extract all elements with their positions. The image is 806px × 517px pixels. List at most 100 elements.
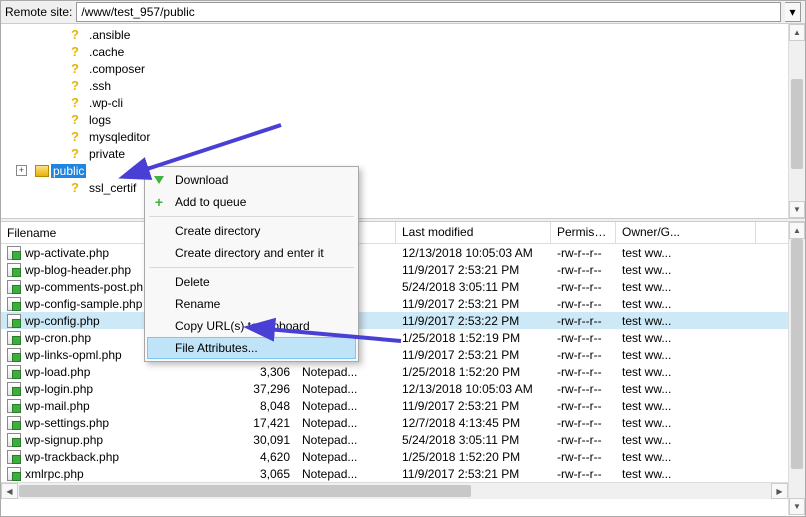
cell-permissions: -rw-r--r-- (551, 467, 616, 481)
cell-owner: test ww... (616, 314, 756, 328)
menu-download[interactable]: Download (147, 169, 356, 191)
menu-add-to-queue[interactable]: Add to queue (147, 191, 356, 213)
tree-item[interactable]: ?.composer (1, 60, 788, 77)
folder-unknown-icon: ? (71, 78, 85, 93)
menu-rename[interactable]: Rename (147, 293, 356, 315)
table-row[interactable]: wp-config-sample.phpad...11/9/2017 2:53:… (1, 295, 788, 312)
path-dropdown-button[interactable]: ▾ (785, 2, 801, 22)
tree-item[interactable]: ?.ansible (1, 26, 788, 43)
php-file-icon (7, 348, 21, 362)
cell-modified: 12/7/2018 4:13:45 PM (396, 416, 551, 430)
vertical-scrollbar-files[interactable]: ▲ ▼ (788, 222, 805, 515)
menu-create-dir-enter-label: Create directory and enter it (175, 246, 324, 260)
vertical-scrollbar[interactable]: ▲ ▼ (788, 24, 805, 218)
cell-owner: test ww... (616, 399, 756, 413)
cell-permissions: -rw-r--r-- (551, 382, 616, 396)
download-icon (151, 176, 167, 184)
tree-item[interactable]: ?mysqleditor (1, 128, 788, 145)
file-list-pane: Filename e Last modified Permissi... Own… (1, 222, 805, 515)
cell-permissions: -rw-r--r-- (551, 399, 616, 413)
menu-create-directory[interactable]: Create directory (147, 220, 356, 242)
add-queue-icon (151, 194, 167, 210)
table-row[interactable]: wp-cron.php3,669Notepad...1/25/2018 1:52… (1, 329, 788, 346)
tree-item-label: public (51, 164, 86, 178)
php-file-icon (7, 399, 21, 413)
scroll-up-icon[interactable]: ▲ (789, 222, 805, 239)
table-row[interactable]: wp-config.phpad...11/9/2017 2:53:22 PM-r… (1, 312, 788, 329)
tree-item[interactable]: ?.ssh (1, 77, 788, 94)
menu-add-queue-label: Add to queue (175, 195, 246, 209)
table-row[interactable]: wp-settings.php17,421Notepad...12/7/2018… (1, 414, 788, 431)
cell-permissions: -rw-r--r-- (551, 280, 616, 294)
cell-owner: test ww... (616, 467, 756, 481)
tree-item-label: .ssh (87, 79, 113, 93)
folder-unknown-icon: ? (71, 95, 85, 110)
cell-modified: 11/9/2017 2:53:21 PM (396, 348, 551, 362)
table-row[interactable]: wp-mail.php8,048Notepad...11/9/2017 2:53… (1, 397, 788, 414)
tree-item[interactable]: ?logs (1, 111, 788, 128)
remote-path-input[interactable] (76, 2, 781, 22)
scroll-up-icon[interactable]: ▲ (789, 24, 805, 41)
scroll-thumb[interactable] (791, 79, 803, 169)
menu-copy-urls[interactable]: Copy URL(s) to clipboard (147, 315, 356, 337)
menu-create-directory-enter[interactable]: Create directory and enter it (147, 242, 356, 264)
table-row[interactable]: xmlrpc.php3,065Notepad...11/9/2017 2:53:… (1, 465, 788, 482)
php-file-icon (7, 365, 21, 379)
cell-permissions: -rw-r--r-- (551, 246, 616, 260)
cell-type: Notepad... (296, 467, 396, 481)
table-row[interactable]: wp-login.php37,296Notepad...12/13/2018 1… (1, 380, 788, 397)
scroll-down-icon[interactable]: ▼ (789, 201, 805, 218)
cell-modified: 1/25/2018 1:52:20 PM (396, 450, 551, 464)
menu-create-dir-label: Create directory (175, 224, 260, 238)
cell-filename: wp-login.php (1, 382, 226, 396)
cell-permissions: -rw-r--r-- (551, 263, 616, 277)
table-row[interactable]: wp-trackback.php4,620Notepad...1/25/2018… (1, 448, 788, 465)
scroll-left-icon[interactable]: ◀ (1, 483, 18, 499)
expand-toggle-icon[interactable]: + (16, 165, 27, 176)
menu-separator (149, 267, 354, 268)
menu-file-attributes[interactable]: File Attributes... (147, 337, 356, 359)
tree-item-label: .ansible (87, 28, 132, 42)
cell-size: 30,091 (226, 433, 296, 447)
scroll-right-icon[interactable]: ▶ (771, 483, 788, 499)
tree-item-label: private (87, 147, 127, 161)
tree-item-label: .wp-cli (87, 96, 125, 110)
table-row[interactable]: wp-links-opml.php2,422Notepad...11/9/201… (1, 346, 788, 363)
tree-item[interactable]: ?ssl_certif (1, 179, 788, 196)
tree-item[interactable]: ?.wp-cli (1, 94, 788, 111)
cell-owner: test ww... (616, 416, 756, 430)
menu-rename-label: Rename (175, 297, 220, 311)
table-row[interactable]: wp-signup.php30,091Notepad...5/24/2018 3… (1, 431, 788, 448)
horizontal-scrollbar[interactable]: ◀ ▶ (1, 482, 788, 499)
cell-owner: test ww... (616, 348, 756, 362)
cell-size: 4,620 (226, 450, 296, 464)
cell-size: 8,048 (226, 399, 296, 413)
chevron-down-icon: ▾ (789, 5, 795, 19)
cell-owner: test ww... (616, 246, 756, 260)
cell-owner: test ww... (616, 365, 756, 379)
table-row[interactable]: wp-blog-header.phpad...11/9/2017 2:53:21… (1, 261, 788, 278)
scroll-thumb[interactable] (791, 239, 803, 469)
table-row[interactable]: wp-load.php3,306Notepad...1/25/2018 1:52… (1, 363, 788, 380)
scroll-down-icon[interactable]: ▼ (789, 498, 805, 515)
tree-item-label: .cache (87, 45, 126, 59)
tree-item[interactable]: ?private (1, 145, 788, 162)
tree-item-label: mysqleditor (87, 130, 152, 144)
folder-unknown-icon: ? (71, 112, 85, 127)
tree-item-label: logs (87, 113, 113, 127)
table-row[interactable]: wp-activate.phpad...12/13/2018 10:05:03 … (1, 244, 788, 261)
menu-delete[interactable]: Delete (147, 271, 356, 293)
tree-item[interactable]: + public (1, 162, 788, 179)
header-owner[interactable]: Owner/G... (616, 222, 756, 243)
header-modified[interactable]: Last modified (396, 222, 551, 243)
cell-permissions: -rw-r--r-- (551, 365, 616, 379)
table-row[interactable]: wp-comments-post.phad...5/24/2018 3:05:1… (1, 278, 788, 295)
header-permissions[interactable]: Permissi... (551, 222, 616, 243)
scroll-thumb-h[interactable] (19, 485, 471, 497)
folder-unknown-icon: ? (71, 27, 85, 42)
cell-modified: 12/13/2018 10:05:03 AM (396, 382, 551, 396)
php-file-icon (7, 433, 21, 447)
tree-item[interactable]: ?.cache (1, 43, 788, 60)
folder-unknown-icon: ? (71, 129, 85, 144)
cell-modified: 11/9/2017 2:53:21 PM (396, 399, 551, 413)
